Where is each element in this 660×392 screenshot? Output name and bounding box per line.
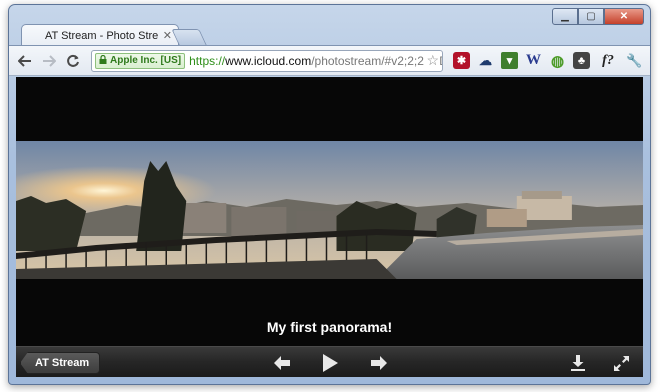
formula-icon[interactable]: f? [597, 52, 619, 69]
lock-icon [99, 54, 107, 66]
browser-window: AT Stream - Photo Stream ✕ ▁ ▢ ✕ Apple I… [8, 4, 651, 385]
address-bar[interactable]: Apple Inc. [US] https://www.icloud.com/p… [91, 49, 443, 72]
lastpass-icon[interactable]: ✱ [453, 52, 470, 69]
panorama-photo[interactable] [16, 141, 643, 279]
close-button[interactable]: ✕ [604, 8, 644, 25]
cloud-icon[interactable]: ☁ [477, 52, 494, 69]
browser-toolbar: Apple Inc. [US] https://www.icloud.com/p… [9, 45, 650, 76]
extensions-bar: ✱ ☁ ▾ W ◍ ♣ f? 🔧 [453, 52, 643, 70]
back-to-stream-button[interactable]: AT Stream [20, 352, 101, 374]
next-arrow-icon[interactable] [368, 352, 390, 374]
refresh-circle-icon[interactable]: ◍ [549, 52, 566, 70]
tab-photo-stream[interactable]: AT Stream - Photo Stream ✕ [21, 24, 179, 46]
bookmark-star-icon[interactable]: ☆ [424, 51, 439, 69]
play-icon[interactable] [319, 352, 341, 374]
url-text: https://www.icloud.com/photostream/#v2;2… [189, 53, 443, 68]
forward-arrow-icon[interactable] [39, 51, 59, 71]
url-scheme: https:// [189, 53, 226, 68]
maximize-button[interactable]: ▢ [578, 8, 604, 25]
title-bar: AT Stream - Photo Stream ✕ ▁ ▢ ✕ [9, 5, 650, 46]
viewer-toolbar: AT Stream [16, 346, 643, 377]
evernote-clip-icon[interactable]: ▾ [501, 52, 518, 69]
ev-certificate-badge[interactable]: Apple Inc. [US] [95, 52, 186, 69]
minimize-button[interactable]: ▁ [552, 8, 578, 25]
fullscreen-icon[interactable] [610, 352, 632, 374]
previous-arrow-icon[interactable] [271, 352, 293, 374]
download-icon[interactable] [567, 352, 589, 374]
url-path: /photostream/#v2;2;24DD [311, 53, 443, 68]
window-controls: ▁ ▢ ✕ [552, 8, 644, 25]
tab-close-icon[interactable]: ✕ [163, 29, 172, 42]
reload-icon[interactable] [63, 51, 83, 71]
panorama-image [16, 141, 643, 279]
photo-viewer: My first panorama! AT Stream [16, 77, 643, 377]
url-host: www.icloud.com [225, 53, 312, 68]
wikipedia-icon[interactable]: W [525, 52, 542, 69]
back-to-stream-label: AT Stream [35, 357, 90, 369]
photo-caption: My first panorama! [266, 319, 393, 335]
evernote-icon[interactable]: ♣ [573, 52, 590, 69]
tab-title: AT Stream - Photo Stream [45, 29, 158, 42]
back-arrow-icon[interactable] [15, 51, 35, 71]
wrench-icon[interactable]: 🔧 [626, 52, 643, 69]
ev-label: Apple Inc. [US] [110, 55, 182, 66]
